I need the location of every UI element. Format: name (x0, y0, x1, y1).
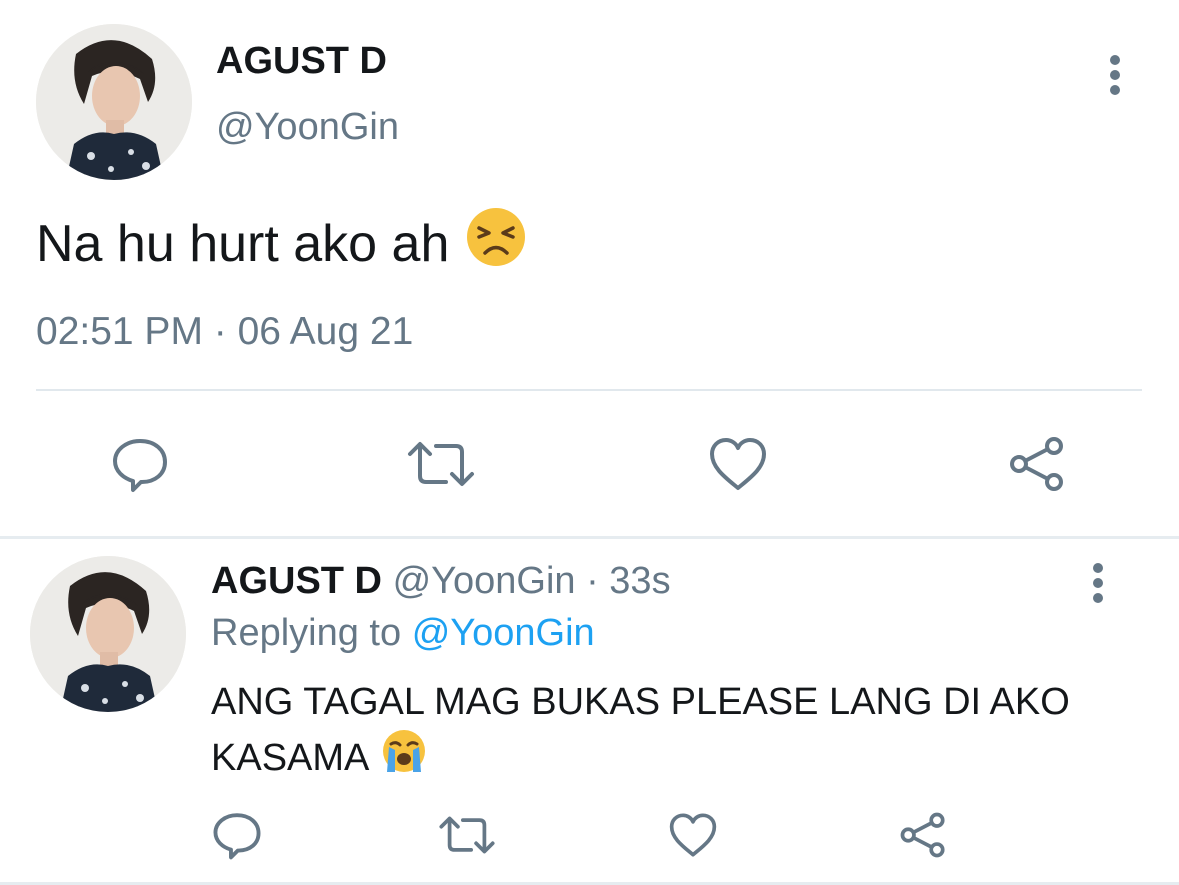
reply-share-button[interactable] (896, 808, 950, 862)
reply-icon (213, 813, 261, 860)
share-icon (900, 812, 945, 858)
main-tweet-text: Na hu hurt ako ah (36, 206, 527, 281)
more-options-icon[interactable] (1100, 52, 1130, 100)
reply-header: AGUST D @YoonGin · 33s (211, 560, 671, 603)
loudly-crying-face-emoji (381, 728, 427, 788)
like-icon (710, 438, 766, 490)
reply-retweet-button[interactable] (436, 808, 498, 862)
reply-author-handle[interactable]: @YoonGin (393, 560, 576, 602)
main-author-handle[interactable]: @YoonGin (216, 106, 399, 149)
reply-avatar[interactable] (30, 556, 186, 712)
retweet-button[interactable] (404, 432, 478, 496)
reply-icon (113, 439, 167, 492)
replying-to: Replying to @YoonGin (211, 612, 595, 655)
reply-time-ago: · 33s (575, 560, 671, 602)
like-button[interactable] (706, 432, 770, 496)
reply-button[interactable] (108, 432, 172, 496)
reply-like-button[interactable] (666, 808, 720, 862)
main-timestamp: 02:51 PM · 06 Aug 21 (36, 310, 414, 353)
share-button[interactable] (1005, 432, 1069, 496)
replying-to-label: Replying to (211, 612, 402, 654)
main-author-name[interactable]: AGUST D (216, 40, 387, 83)
reply-text-line2: KASAMA (211, 737, 370, 779)
reply-tweet-text: ANG TAGAL MAG BUKAS PLEASE LANG DI AKO K… (211, 676, 1141, 788)
divider-top (36, 389, 1142, 391)
divider-thread (0, 536, 1179, 539)
retweet-icon (408, 442, 474, 486)
reply-reply-button[interactable] (210, 808, 264, 862)
main-tweet-text-content: Na hu hurt ako ah (36, 214, 450, 273)
reply-text-line1: ANG TAGAL MAG BUKAS PLEASE LANG DI AKO (211, 681, 1070, 723)
tired-face-emoji (465, 206, 527, 281)
like-icon (669, 813, 717, 857)
replying-to-mention[interactable]: @YoonGin (412, 612, 595, 654)
retweet-icon (439, 816, 495, 854)
reply-more-options-icon[interactable] (1083, 560, 1113, 608)
share-icon (1010, 437, 1063, 491)
main-avatar[interactable] (36, 24, 192, 180)
reply-author-name[interactable]: AGUST D (211, 560, 382, 602)
